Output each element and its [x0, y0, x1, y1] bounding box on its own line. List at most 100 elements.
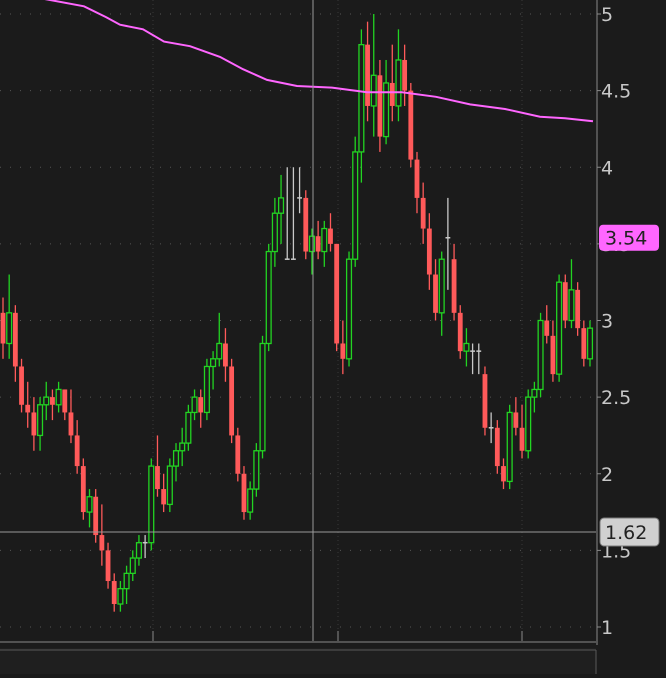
candle: [556, 274, 563, 382]
candle-body: [482, 374, 488, 428]
candle-body: [575, 289, 581, 329]
candle-body: [402, 59, 408, 91]
candle-body: [241, 473, 247, 513]
candle-body: [172, 450, 180, 467]
y-tick-label: 4: [601, 157, 613, 179]
candle-body: [155, 466, 160, 490]
candle-body: [420, 197, 426, 229]
candle-body: [74, 435, 80, 467]
candle-body: [247, 488, 254, 513]
candle-body: [308, 235, 316, 253]
candle: [575, 282, 581, 336]
candle-body: [537, 319, 544, 391]
candle-body: [166, 465, 173, 506]
chart-container: 11.522.533.544.55 1.623.54: [0, 0, 666, 674]
candle-body: [345, 258, 353, 360]
candle: [259, 335, 266, 459]
candle-body: [86, 496, 93, 513]
candle: [80, 458, 86, 520]
candle-body: [43, 396, 50, 406]
candle: [303, 190, 309, 260]
candle-body: [229, 366, 235, 436]
candle-body: [25, 404, 31, 413]
candle-body: [438, 258, 445, 314]
candle-body: [105, 550, 111, 582]
y-tick-label: 1: [601, 617, 613, 639]
candle-body: [581, 328, 587, 359]
candle-body: [433, 274, 438, 313]
candle: [93, 489, 99, 543]
candle: [537, 312, 544, 398]
candle-body: [129, 557, 136, 575]
candle-body: [303, 197, 309, 252]
candle-body: [210, 358, 217, 368]
candle: [457, 305, 463, 359]
candle: [506, 404, 513, 490]
candle-body: [383, 82, 390, 138]
candle: [562, 274, 568, 329]
candle-body: [179, 442, 186, 452]
candle: [148, 458, 155, 551]
candle: [241, 466, 247, 520]
candle-body: [12, 312, 18, 367]
candle: [352, 136, 359, 267]
candle-body: [6, 312, 13, 345]
candle-body: [0, 312, 6, 344]
candle-body: [216, 342, 223, 360]
candle-body: [271, 212, 278, 253]
candle-body: [265, 250, 272, 345]
candle-body: [519, 427, 525, 451]
candle-body: [494, 427, 500, 467]
y-tick-label: 2.5: [601, 387, 631, 409]
candle-body: [352, 151, 359, 260]
candle-body: [315, 236, 321, 252]
candle-body: [253, 450, 260, 490]
candle-body: [408, 90, 414, 160]
candle-body: [135, 542, 142, 559]
crosshair-value-label: 1.62: [605, 522, 647, 544]
candle-body: [550, 335, 556, 375]
candle: [494, 420, 500, 474]
candle-body: [277, 197, 285, 214]
candle-body: [99, 535, 105, 551]
candle-body: [389, 82, 395, 106]
candle-body: [328, 228, 333, 244]
candle-body: [365, 44, 370, 106]
candle: [525, 389, 532, 459]
candle-body: [235, 435, 241, 474]
candle-body: [414, 159, 420, 198]
y-tick-label: 3: [601, 311, 613, 333]
candle-body: [395, 59, 402, 107]
candle-body: [80, 466, 86, 513]
candle-body: [185, 411, 192, 444]
candle-body: [93, 496, 99, 536]
candle-body: [123, 572, 130, 590]
candle-body: [37, 404, 44, 437]
candle-body: [334, 243, 340, 344]
candle-body: [50, 397, 55, 405]
candle-body: [191, 396, 198, 414]
candle: [345, 251, 353, 367]
candle-body: [370, 74, 377, 107]
candle-body: [203, 365, 210, 414]
candle-body: [19, 366, 24, 405]
candle: [19, 358, 24, 413]
scrollbar-track: [0, 648, 596, 674]
candle: [166, 458, 173, 513]
last-price-label: 3.54: [605, 228, 647, 250]
candle: [229, 358, 235, 444]
candle: [408, 82, 414, 168]
candle-body: [340, 343, 346, 359]
candle-body: [148, 465, 155, 544]
candle: [265, 243, 272, 352]
candle-body: [451, 259, 457, 313]
candle-body: [463, 342, 470, 352]
candlestick-chart[interactable]: 11.522.533.544.55 1.623.54: [0, 0, 666, 674]
candle-body: [68, 412, 74, 436]
candle-body: [506, 411, 513, 483]
candle: [334, 243, 340, 352]
candle-body: [117, 588, 124, 605]
candle-body: [259, 342, 266, 452]
chart-background: [0, 0, 666, 674]
candle-body: [223, 343, 228, 367]
